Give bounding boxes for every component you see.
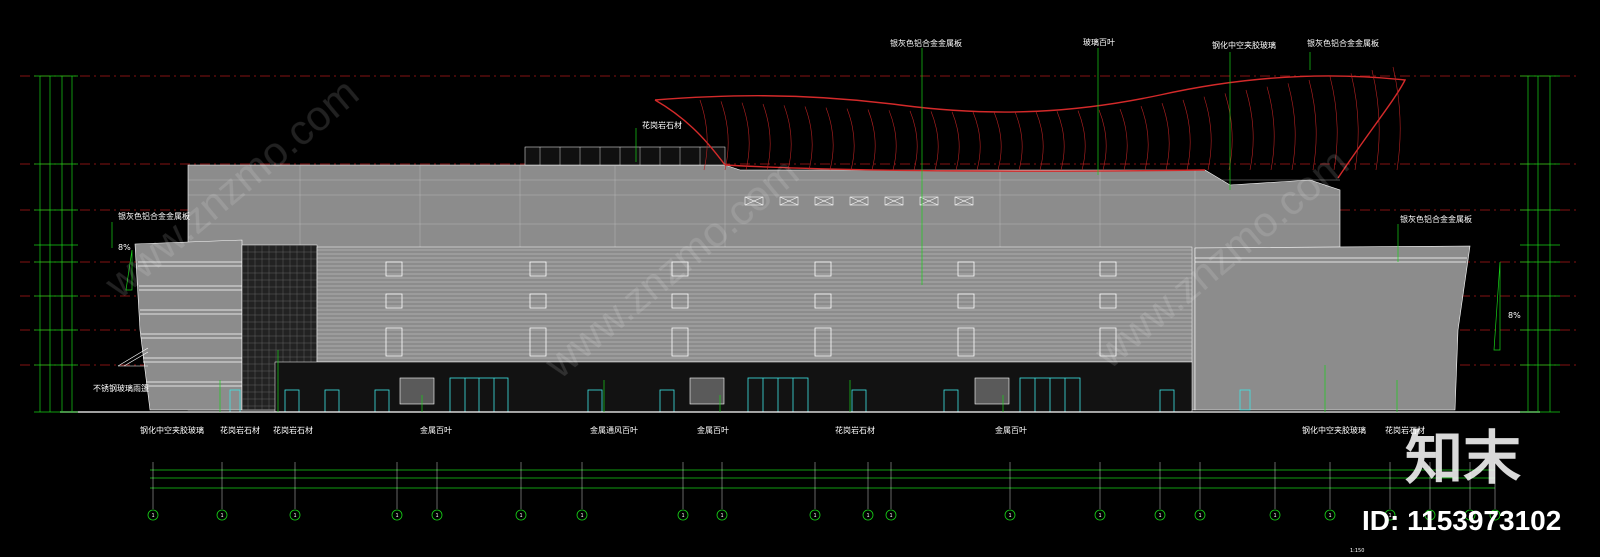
- label-slope-left: 8%: [118, 243, 131, 252]
- grid-axis-label: 1: [293, 513, 296, 519]
- label-bottom-9: 钢化中空夹胶玻璃: [1302, 425, 1366, 435]
- label-right-metal-panel: 银灰色铝合金金属板: [1400, 214, 1472, 224]
- grid-axis-label: 1: [1328, 513, 1331, 519]
- grid-axis-label: 1: [519, 513, 522, 519]
- grid-axis-label: 1: [813, 513, 816, 519]
- grid-axis-label: 1: [220, 513, 223, 519]
- grid-axis-label: 1: [435, 513, 438, 519]
- roof-parapet: [524, 146, 726, 166]
- grid-axis-label: 1: [866, 513, 869, 519]
- label-canopy: 不锈钢玻璃雨篷: [93, 383, 149, 393]
- label-glass-louvre: 玻璃百叶: [1083, 37, 1115, 47]
- brand-logo-text: 知末: [1405, 426, 1521, 491]
- label-bottom-6: 金属百叶: [697, 425, 729, 435]
- grid-axis-label: 1: [151, 513, 154, 519]
- label-top-metal-panel: 银灰色铝合金金属板: [890, 38, 962, 48]
- brand-id-text: ID: 1153973102: [1362, 505, 1561, 536]
- grid-axis-label: 1: [1008, 513, 1011, 519]
- label-roof-granite: 花岗岩石材: [642, 120, 682, 130]
- label-bottom-2: 花岗岩石材: [220, 425, 260, 435]
- grid-axis-label: 1: [681, 513, 684, 519]
- grid-axis-label: 1: [1198, 513, 1201, 519]
- grid-axis-label: 1: [1098, 513, 1101, 519]
- grid-axis-label: 1: [889, 513, 892, 519]
- grid-axis-label: 1: [720, 513, 723, 519]
- label-bottom-1: 钢化中空夹胶玻璃: [140, 425, 204, 435]
- label-bottom-4: 金属百叶: [420, 425, 452, 435]
- middle-facade: [316, 246, 1193, 363]
- label-slope-right: 8%: [1508, 311, 1521, 320]
- elevation-drawing: 1111111111111111111111 www.znzmo.com www…: [0, 0, 1600, 557]
- label-top-metal-panel-right: 银灰色铝合金金属板: [1307, 38, 1379, 48]
- grid-axis-label: 1: [1273, 513, 1276, 519]
- grid-axis-label: 1: [395, 513, 398, 519]
- label-bottom-3: 花岗岩石材: [273, 425, 313, 435]
- label-left-metal-panel: 银灰色铝合金金属板: [118, 211, 190, 221]
- label-laminated-glass: 钢化中空夹胶玻璃: [1212, 40, 1276, 50]
- label-bottom-5: 金属通风百叶: [590, 425, 638, 435]
- grid-axis-label: 1: [580, 513, 583, 519]
- label-bottom-8: 金属百叶: [995, 425, 1027, 435]
- grid-axis-label: 1: [1158, 513, 1161, 519]
- label-bottom-7: 花岗岩石材: [835, 425, 875, 435]
- scale-label: 1:150: [1350, 548, 1364, 554]
